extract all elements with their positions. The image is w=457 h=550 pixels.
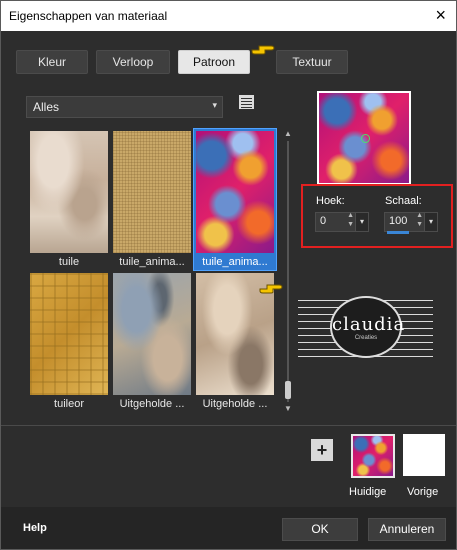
angle-label: Hoek: bbox=[316, 195, 345, 207]
pattern-tile[interactable]: tuileor bbox=[28, 271, 110, 412]
spin-down-icon[interactable]: ▼ bbox=[416, 221, 423, 228]
scale-value: 100 bbox=[389, 215, 408, 227]
previous-swatch[interactable] bbox=[403, 434, 445, 476]
previous-swatch-label: Vorige bbox=[407, 486, 439, 498]
watermark-tag: Creaties bbox=[354, 335, 378, 341]
chevron-down-icon[interactable]: ▾ bbox=[355, 213, 368, 231]
tuile-animated-pattern-thumbnail bbox=[113, 131, 191, 253]
pattern-tile[interactable]: Uitgeholde ... bbox=[111, 271, 193, 412]
divider bbox=[1, 425, 456, 426]
chevron-down-icon[interactable]: ▾ bbox=[424, 213, 437, 231]
tuile-pattern-thumbnail bbox=[30, 131, 108, 253]
pattern-tile[interactable]: tuile bbox=[28, 129, 110, 270]
pattern-name: Uitgeholde ... bbox=[202, 398, 268, 410]
dialog-footer: Help OK Annuleren bbox=[1, 507, 456, 549]
spin-down-icon[interactable]: ▼ bbox=[347, 221, 354, 228]
scroll-down-icon[interactable]: ▼ bbox=[283, 404, 293, 414]
tab-textuur[interactable]: Textuur bbox=[276, 50, 348, 74]
scroll-thumb[interactable] bbox=[285, 381, 291, 399]
claudia-watermark-logo: claudia Creaties bbox=[298, 295, 433, 358]
pointing-hand-icon bbox=[251, 45, 275, 55]
rock-pattern-thumbnail bbox=[113, 273, 191, 395]
gold-tile-pattern-thumbnail bbox=[30, 273, 108, 395]
tab-verloop[interactable]: Verloop bbox=[96, 50, 170, 74]
pattern-category-select[interactable]: Alles ▾ bbox=[26, 96, 223, 118]
pattern-name: tuile_anima... bbox=[119, 256, 185, 268]
current-swatch-label: Huidige bbox=[349, 486, 387, 498]
pattern-preview[interactable] bbox=[317, 91, 411, 185]
scale-label: Schaal: bbox=[385, 195, 422, 207]
scale-slider-bar[interactable] bbox=[387, 231, 409, 234]
pattern-name: Uitgeholde ... bbox=[119, 398, 185, 410]
add-swatch-button[interactable]: + bbox=[311, 439, 333, 461]
angle-spinbox[interactable]: 0 ▲ ▼ ▾ bbox=[315, 212, 369, 232]
help-link[interactable]: Help bbox=[23, 522, 47, 534]
pattern-grid: tuile tuile_anima... tuile_anima... tuil… bbox=[24, 126, 284, 416]
material-properties-dialog: Eigenschappen van materiaal × Kleur Verl… bbox=[0, 0, 457, 550]
watermark-name: claudia bbox=[332, 314, 406, 335]
current-swatch[interactable] bbox=[351, 434, 395, 478]
scroll-track[interactable] bbox=[287, 141, 289, 402]
close-icon[interactable]: × bbox=[435, 6, 446, 24]
tab-patroon[interactable]: Patroon bbox=[178, 50, 250, 74]
spin-up-icon[interactable]: ▲ bbox=[416, 212, 423, 219]
colorful-pattern-thumbnail bbox=[196, 131, 274, 253]
pattern-name: tuile bbox=[58, 256, 80, 268]
chevron-down-icon: ▾ bbox=[212, 100, 217, 110]
pattern-tile-selected[interactable]: tuile_anima... bbox=[193, 128, 277, 271]
pattern-name: tuile_anima... bbox=[202, 256, 268, 268]
spin-up-icon[interactable]: ▲ bbox=[347, 212, 354, 219]
crosshair-icon[interactable] bbox=[361, 134, 370, 143]
list-view-icon[interactable] bbox=[239, 95, 254, 109]
cancel-button[interactable]: Annuleren bbox=[368, 518, 446, 541]
category-value: Alles bbox=[33, 100, 60, 114]
pointing-hand-icon bbox=[259, 284, 283, 294]
ok-button[interactable]: OK bbox=[282, 518, 358, 541]
scale-spinbox[interactable]: 100 ▲ ▼ ▾ bbox=[384, 212, 438, 234]
pattern-scrollbar[interactable]: ▲ ▼ bbox=[283, 129, 293, 414]
scroll-up-icon[interactable]: ▲ bbox=[283, 129, 293, 139]
tab-kleur[interactable]: Kleur bbox=[16, 50, 88, 74]
window-title: Eigenschappen van materiaal bbox=[9, 9, 168, 23]
title-bar: Eigenschappen van materiaal × bbox=[1, 1, 456, 31]
pattern-name: tuileor bbox=[54, 398, 84, 410]
angle-value: 0 bbox=[320, 215, 327, 227]
pattern-tile[interactable]: tuile_anima... bbox=[111, 129, 193, 270]
